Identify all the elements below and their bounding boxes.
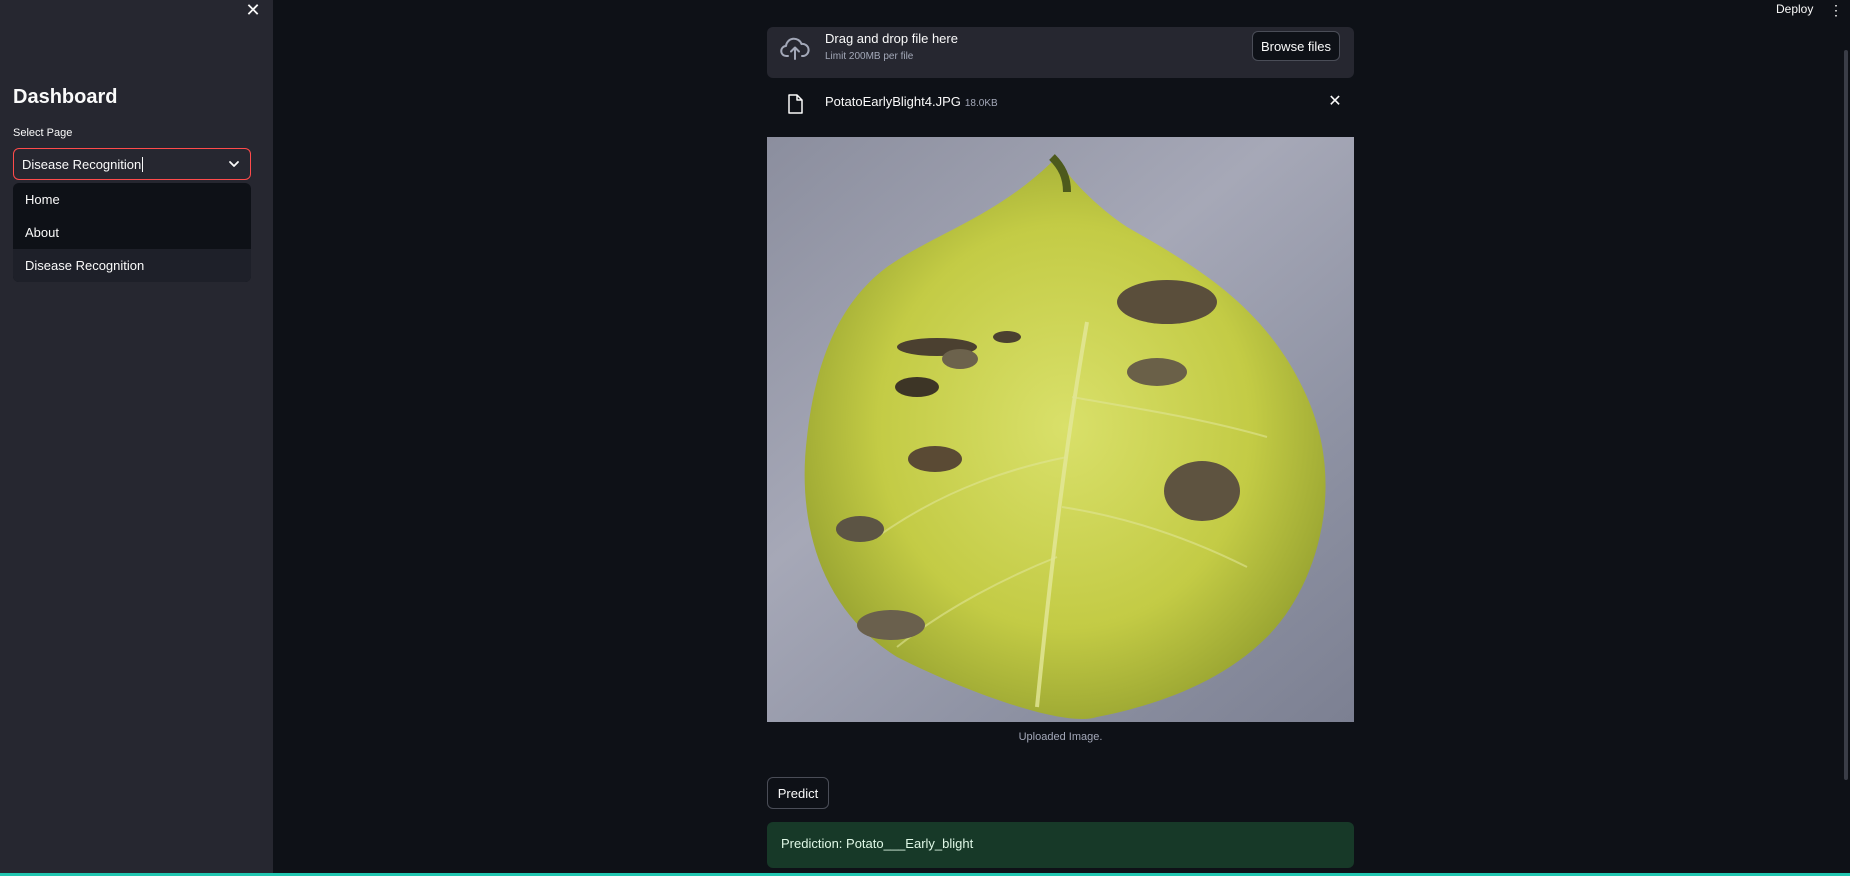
dropzone-limit: Limit 200MB per file <box>825 51 914 62</box>
dropzone-title: Drag and drop file here <box>825 31 958 46</box>
page-select-value[interactable]: Disease Recognition <box>22 157 144 172</box>
file-icon <box>788 94 803 114</box>
leaf-illustration <box>804 154 1326 719</box>
page-select[interactable]: Disease Recognition <box>13 148 251 180</box>
uploaded-leaf-image <box>767 137 1354 722</box>
sidebar-title: Dashboard <box>13 86 118 108</box>
option-about[interactable]: About <box>13 216 251 249</box>
option-disease-recognition[interactable]: Disease Recognition <box>13 249 251 282</box>
browse-files-button[interactable]: Browse files <box>1252 31 1340 61</box>
image-caption: Uploaded Image. <box>1018 731 1103 743</box>
prediction-text: Prediction: Potato___Early_blight <box>781 836 974 851</box>
chevron-down-icon[interactable] <box>228 158 240 170</box>
uploaded-file-row: PotatoEarlyBlight4.JPG 18.0KB ✕ <box>767 90 1354 120</box>
file-size: 18.0KB <box>964 98 998 109</box>
cloud-upload-icon <box>780 37 810 60</box>
prediction-alert: Prediction: Potato___Early_blight <box>767 822 1354 868</box>
page-scrollbar[interactable] <box>1844 50 1848 780</box>
file-uploader-dropzone[interactable]: Drag and drop file here Limit 200MB per … <box>767 27 1354 78</box>
predict-button[interactable]: Predict <box>767 777 829 809</box>
file-name: PotatoEarlyBlight4.JPG 18.0KB <box>825 94 998 109</box>
deploy-button[interactable]: Deploy <box>1776 2 1813 16</box>
page-dropdown: Home About Disease Recognition <box>13 183 251 282</box>
close-icon[interactable]: ✕ <box>244 0 262 20</box>
sidebar: ✕ Dashboard Select Page Disease Recognit… <box>0 0 273 876</box>
remove-file-icon[interactable]: ✕ <box>1327 94 1343 110</box>
option-home[interactable]: Home <box>13 183 251 216</box>
more-vertical-icon[interactable]: ⋮ <box>1829 2 1843 18</box>
select-page-label: Select Page <box>13 127 73 139</box>
